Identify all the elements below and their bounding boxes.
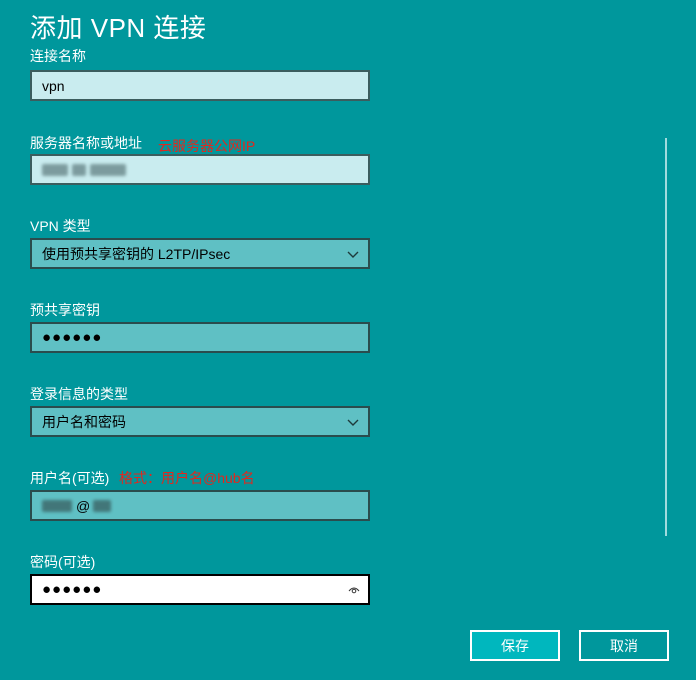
signin-type-label: 登录信息的类型 (30, 386, 128, 402)
redacted-blur (93, 499, 112, 512)
vpn-type-select[interactable]: 使用预共享密钥的 L2TP/IPsec (30, 238, 370, 269)
page-title: 添加 VPN 连接 (30, 13, 207, 43)
signin-type-value: 用户名和密码 (42, 413, 126, 430)
connection-name-value: vpn (42, 77, 65, 94)
server-label: 服务器名称或地址 (30, 135, 142, 151)
password-input[interactable]: ●●●●●● (30, 574, 370, 605)
password-label: 密码(可选) (30, 554, 96, 570)
preshared-key-label: 预共享密钥 (30, 302, 100, 318)
redacted-blur (90, 163, 126, 176)
save-button[interactable]: 保存 (470, 630, 560, 661)
scrollbar[interactable] (665, 138, 667, 536)
username-label: 用户名(可选) (30, 470, 110, 486)
redacted-blur (42, 163, 68, 176)
vpn-type-value: 使用预共享密钥的 L2TP/IPsec (42, 245, 231, 262)
redacted-blur (72, 163, 86, 176)
server-annotation: 云服务器公网IP (158, 138, 256, 154)
preshared-key-value: ●●●●●● (42, 329, 103, 346)
connection-name-label: 连接名称 (30, 48, 86, 62)
preshared-key-input[interactable]: ●●●●●● (30, 322, 370, 353)
eye-icon[interactable] (348, 585, 360, 595)
vpn-type-label: VPN 类型 (30, 218, 91, 234)
chevron-down-icon (347, 419, 359, 426)
password-value: ●●●●●● (42, 581, 103, 598)
username-input[interactable]: @ (30, 490, 370, 521)
redacted-blur (42, 499, 72, 512)
chevron-down-icon (347, 251, 359, 258)
signin-type-select[interactable]: 用户名和密码 (30, 406, 370, 437)
cancel-button[interactable]: 取消 (579, 630, 669, 661)
username-at-sign: @ (76, 497, 91, 514)
server-input[interactable] (30, 154, 370, 185)
username-annotation: 格式：用户名@hub名 (119, 470, 255, 486)
connection-name-input[interactable]: vpn (30, 70, 370, 101)
